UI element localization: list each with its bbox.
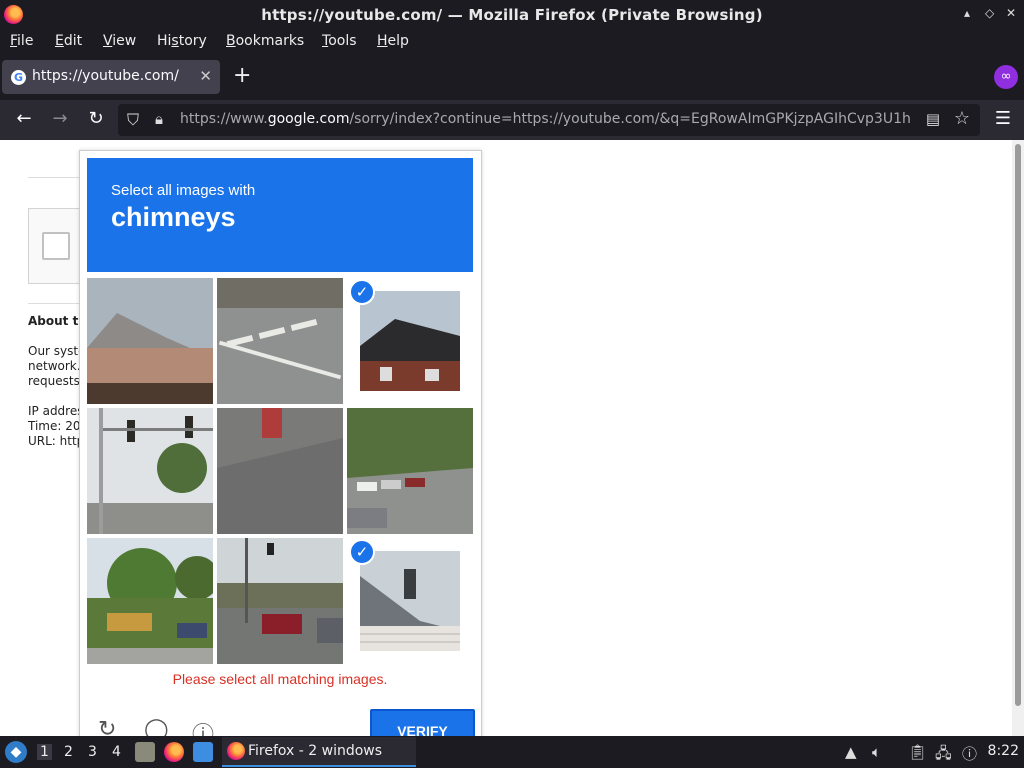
menu-help[interactable]: Help: [377, 33, 409, 49]
notification-icon[interactable]: ⓘ: [962, 743, 977, 764]
url-text[interactable]: https://www.google.com/sorry/index?conti…: [180, 111, 915, 127]
captcha-tile-1[interactable]: [87, 278, 213, 404]
tab-bar: G https://youtube.com/ ✕ + ∞: [0, 55, 1024, 100]
tray-updates-icon[interactable]: ▲: [845, 743, 857, 761]
menu-bookmarks[interactable]: Bookmarks: [226, 33, 304, 49]
forward-button[interactable]: →: [48, 108, 72, 129]
navigation-bar: ← → ↻ ⛉ 🔒︎ https://www.google.com/sorry/…: [0, 100, 1024, 140]
captcha-grid: ✓ ✓: [87, 278, 474, 665]
firefox-launcher-icon[interactable]: [164, 742, 184, 762]
tab-youtube[interactable]: G https://youtube.com/ ✕: [2, 60, 220, 94]
captcha-challenge: Select all images with chimneys ✓ ✓ Pleas…: [79, 150, 482, 736]
reader-view-icon[interactable]: ▤: [926, 110, 940, 128]
menu-bar: File Edit View History Bookmarks Tools H…: [0, 29, 1024, 55]
firefox-task-icon: [227, 742, 245, 760]
captcha-tile-9[interactable]: ✓: [347, 538, 473, 664]
captcha-tile-7[interactable]: [87, 538, 213, 664]
google-favicon-icon: G: [11, 70, 26, 85]
menu-edit[interactable]: Edit: [55, 33, 82, 49]
about-line-1: Our syste: [28, 344, 86, 358]
task-label: Firefox - 2 windows: [248, 743, 383, 759]
close-tab-icon[interactable]: ✕: [199, 67, 212, 85]
lock-icon[interactable]: 🔒︎: [155, 110, 163, 128]
page-scrollbar[interactable]: [1012, 140, 1024, 736]
minimize-button[interactable]: ▴: [964, 6, 970, 20]
file-manager-icon[interactable]: [135, 742, 155, 762]
volume-icon[interactable]: 🔈︎: [872, 743, 881, 761]
bookmark-star-icon[interactable]: ☆: [954, 108, 970, 129]
taskbar-firefox-task[interactable]: Firefox - 2 windows: [222, 737, 416, 767]
scrollbar-thumb[interactable]: [1015, 144, 1021, 706]
captcha-tile-5[interactable]: [217, 408, 343, 534]
private-browsing-icon: ∞: [994, 65, 1018, 89]
menu-file[interactable]: File: [10, 33, 33, 49]
captcha-header: Select all images with chimneys: [87, 158, 473, 272]
app-menu-icon[interactable]: ☰: [995, 108, 1011, 129]
close-window-button[interactable]: ✕: [1006, 6, 1016, 20]
info-icon[interactable]: ⓘ: [192, 717, 214, 736]
captcha-tile-4[interactable]: [87, 408, 213, 534]
start-menu-icon[interactable]: ◆: [5, 741, 27, 763]
taskbar: ◆ 1 2 3 4 Firefox - 2 windows ▲ 🔈︎ 📋︎ 🖧︎…: [0, 736, 1024, 768]
clipboard-icon[interactable]: 📋︎: [908, 743, 927, 761]
selected-check-icon: ✓: [349, 539, 375, 565]
workspace-1[interactable]: 1: [37, 744, 52, 760]
title-bar: https://youtube.com/ — Mozilla Firefox (…: [0, 0, 1024, 29]
clock: 8:22: [987, 743, 1019, 759]
tracking-protection-shield-icon[interactable]: ⛉: [127, 110, 139, 130]
new-tab-button[interactable]: +: [233, 65, 251, 87]
ip-address-line: IP addres: [28, 404, 84, 418]
page-content: About th Our syste network. requests IP …: [0, 140, 1024, 736]
selected-check-icon: ✓: [349, 279, 375, 305]
workspace-4[interactable]: 4: [112, 744, 121, 760]
captcha-tile-6[interactable]: [347, 408, 473, 534]
captcha-tile-3[interactable]: ✓: [347, 278, 473, 404]
recaptcha-checkbox[interactable]: [42, 232, 70, 260]
window-title: https://youtube.com/ — Mozilla Firefox (…: [261, 6, 763, 24]
workspace-2[interactable]: 2: [64, 744, 73, 760]
back-button[interactable]: ←: [12, 108, 36, 129]
network-icon[interactable]: 🖧︎: [935, 743, 952, 768]
about-line-2: network.: [28, 359, 81, 373]
menu-view[interactable]: View: [103, 33, 136, 49]
url-line: URL: http: [28, 434, 85, 448]
captcha-target: chimneys: [111, 202, 236, 232]
tab-label: https://youtube.com/: [32, 68, 179, 84]
captcha-prompt: Select all images with: [111, 182, 256, 199]
menu-history[interactable]: History: [157, 33, 207, 49]
captcha-error: Please select all matching images.: [172, 671, 388, 687]
captcha-tile-2[interactable]: [217, 278, 343, 404]
workspace-3[interactable]: 3: [88, 744, 97, 760]
url-bar[interactable]: ⛉ 🔒︎ https://www.google.com/sorry/index?…: [118, 104, 980, 136]
reload-challenge-icon[interactable]: ↻: [98, 717, 116, 736]
time-line: Time: 20: [28, 419, 81, 433]
captcha-tile-8[interactable]: [217, 538, 343, 664]
desktop-icon[interactable]: [193, 742, 213, 762]
maximize-button[interactable]: ◇: [985, 6, 994, 20]
menu-tools[interactable]: Tools: [322, 33, 357, 49]
about-line-3: requests: [28, 374, 80, 388]
verify-button[interactable]: VERIFY: [370, 709, 475, 736]
audio-challenge-icon[interactable]: ◯: [144, 717, 169, 736]
reload-button[interactable]: ↻: [84, 108, 108, 129]
